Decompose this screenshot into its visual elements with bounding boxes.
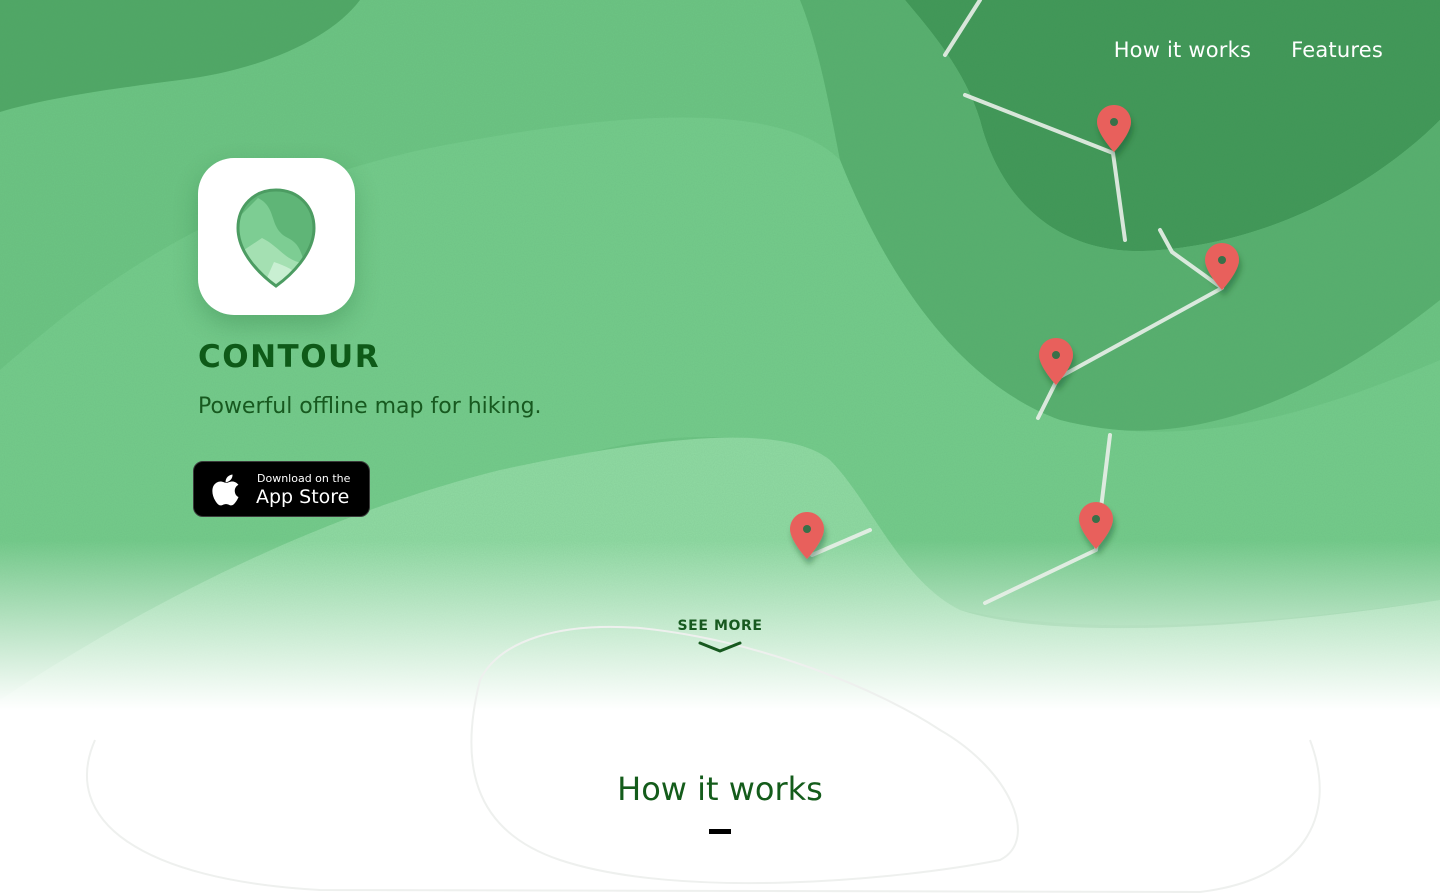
top-nav: How it works Features xyxy=(1114,38,1383,62)
contour-pin-logo-icon xyxy=(236,188,316,288)
nav-how-it-works[interactable]: How it works xyxy=(1114,38,1251,62)
brand-name: CONTOUR xyxy=(198,339,381,375)
chevron-down-icon xyxy=(698,641,742,653)
tagline: Powerful offline map for hiking. xyxy=(198,394,542,419)
hero-topographic-map xyxy=(0,0,1440,894)
app-icon xyxy=(198,158,355,315)
section-title-how-it-works: How it works xyxy=(617,770,823,808)
see-more-label: SEE MORE xyxy=(677,618,763,634)
store-badge-small-text: Download on the xyxy=(257,472,351,485)
store-badge-big-text: App Store xyxy=(256,486,350,508)
section-divider xyxy=(709,829,731,834)
see-more-link[interactable]: SEE MORE xyxy=(620,618,820,654)
apple-icon xyxy=(212,474,239,506)
app-store-button[interactable]: Download on the App Store xyxy=(193,461,370,517)
nav-features[interactable]: Features xyxy=(1291,38,1383,62)
